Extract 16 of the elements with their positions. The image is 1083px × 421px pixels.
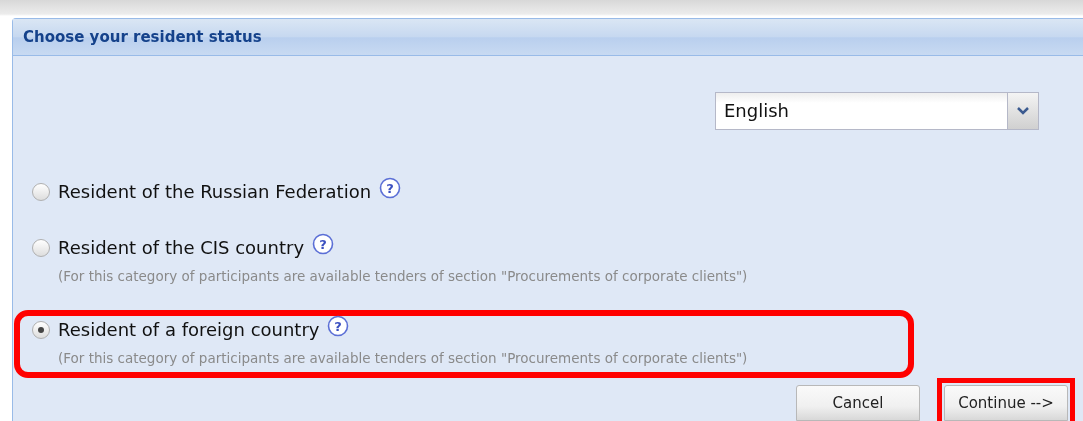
help-icon[interactable]: ? (379, 176, 402, 199)
help-icon[interactable]: ? (327, 314, 350, 337)
option-label: Resident of the CIS country (58, 237, 305, 258)
dialog-button[interactable]: Continue --> (944, 385, 1068, 421)
dialog-title: Choose your resident status (23, 28, 262, 46)
option-label: Resident of a foreign country (58, 319, 320, 340)
radio-button[interactable] (32, 182, 50, 201)
option-note: (For this category of participants are available tenders of section "Procurements of corporate clients") (58, 350, 749, 366)
language-select[interactable]: English (715, 92, 1039, 130)
option-label: Resident of the Russian Federation (58, 181, 372, 202)
help-icon[interactable]: ? (312, 232, 335, 255)
radio-button[interactable] (32, 320, 50, 339)
dialog-button[interactable]: Cancel (796, 385, 920, 421)
chevron-down-icon (1017, 107, 1029, 115)
radio-button[interactable] (32, 238, 50, 257)
option-note: (For this category of participants are available tenders of section "Procurements of corporate clients") (58, 268, 749, 284)
